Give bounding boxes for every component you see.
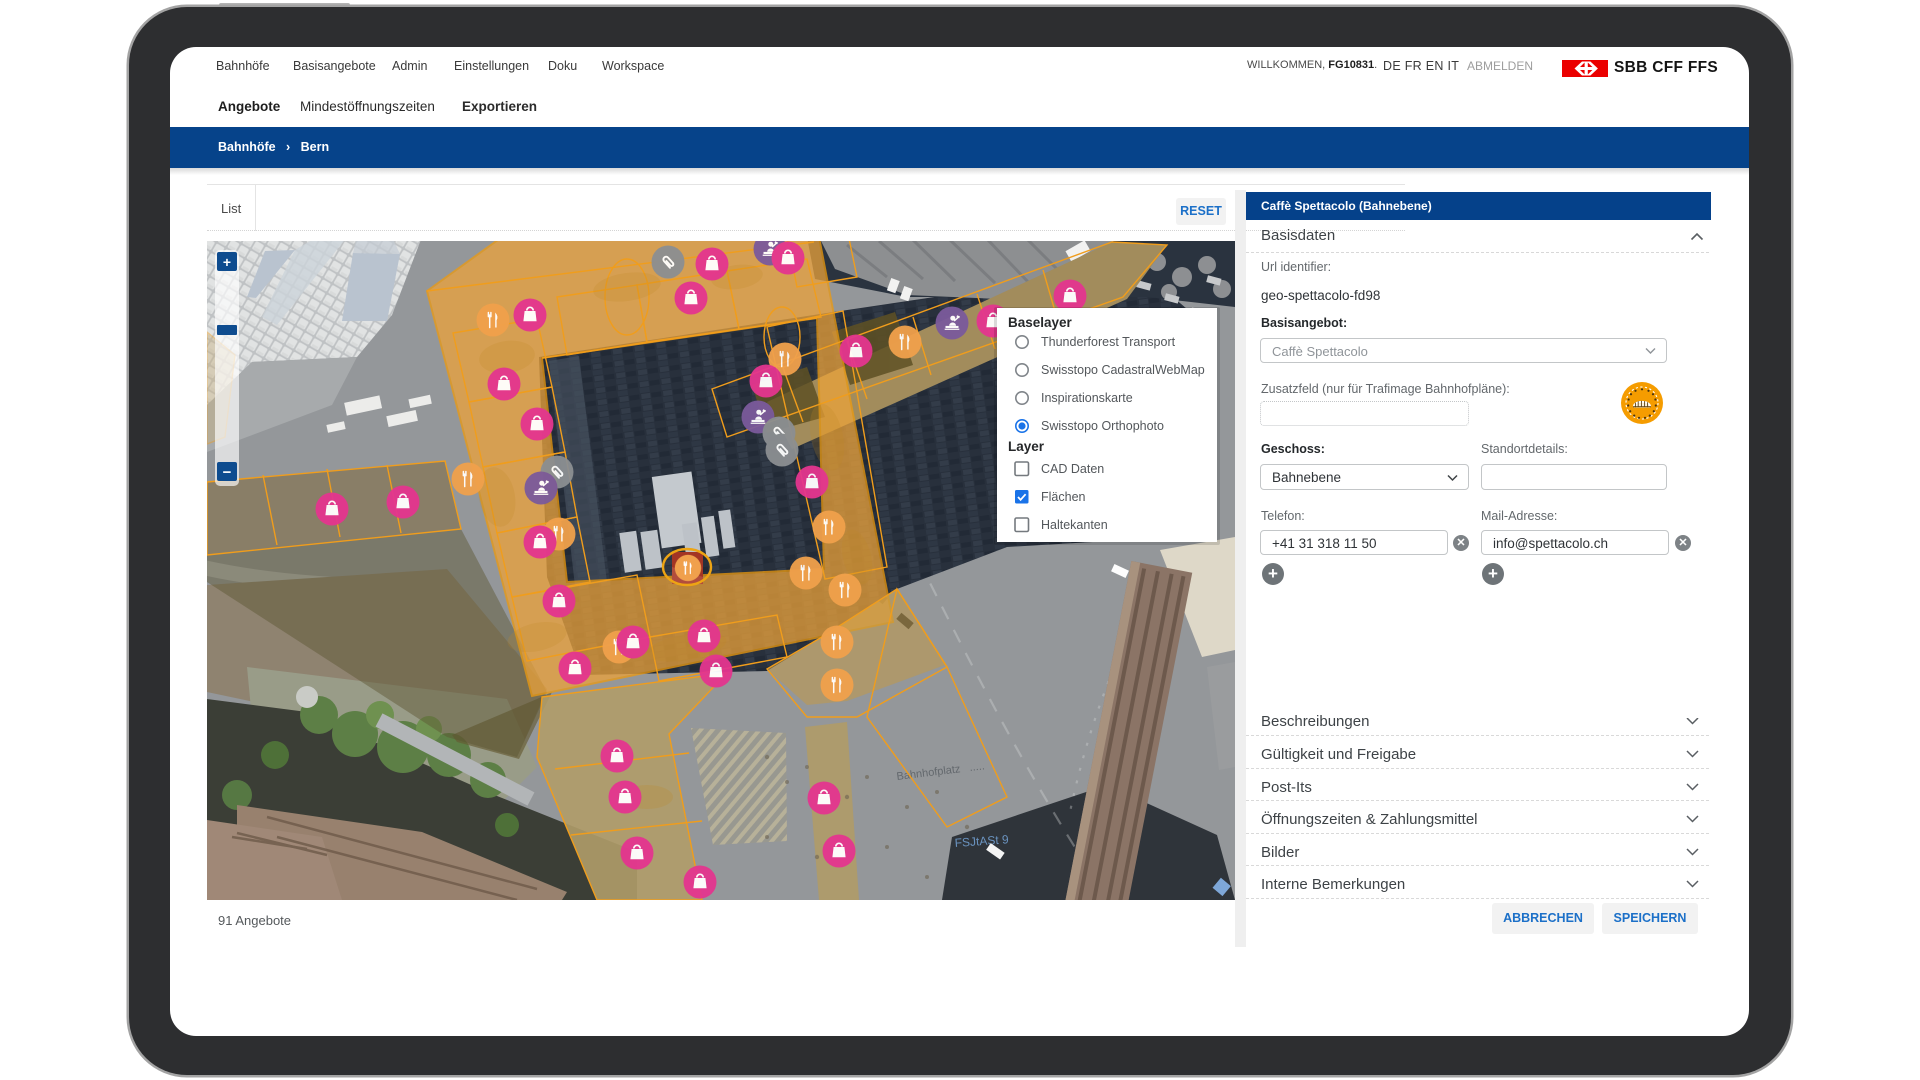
svg-text:+: + xyxy=(223,254,231,270)
svg-text:CAD Daten: CAD Daten xyxy=(1041,462,1104,476)
svg-text:Swisstopo CadastralWebMap: Swisstopo CadastralWebMap xyxy=(1041,363,1205,377)
svg-text:Baselayer: Baselayer xyxy=(1008,315,1073,330)
svg-text:Haltekanten: Haltekanten xyxy=(1041,518,1108,532)
svg-text:Swisstopo Orthophoto: Swisstopo Orthophoto xyxy=(1041,419,1164,433)
svg-text:Flächen: Flächen xyxy=(1041,490,1086,504)
svg-text:−: − xyxy=(223,464,232,481)
svg-text:Layer: Layer xyxy=(1008,439,1045,454)
svg-text:Inspirationskarte: Inspirationskarte xyxy=(1041,391,1133,405)
svg-text:Thunderforest Transport: Thunderforest Transport xyxy=(1041,335,1176,349)
